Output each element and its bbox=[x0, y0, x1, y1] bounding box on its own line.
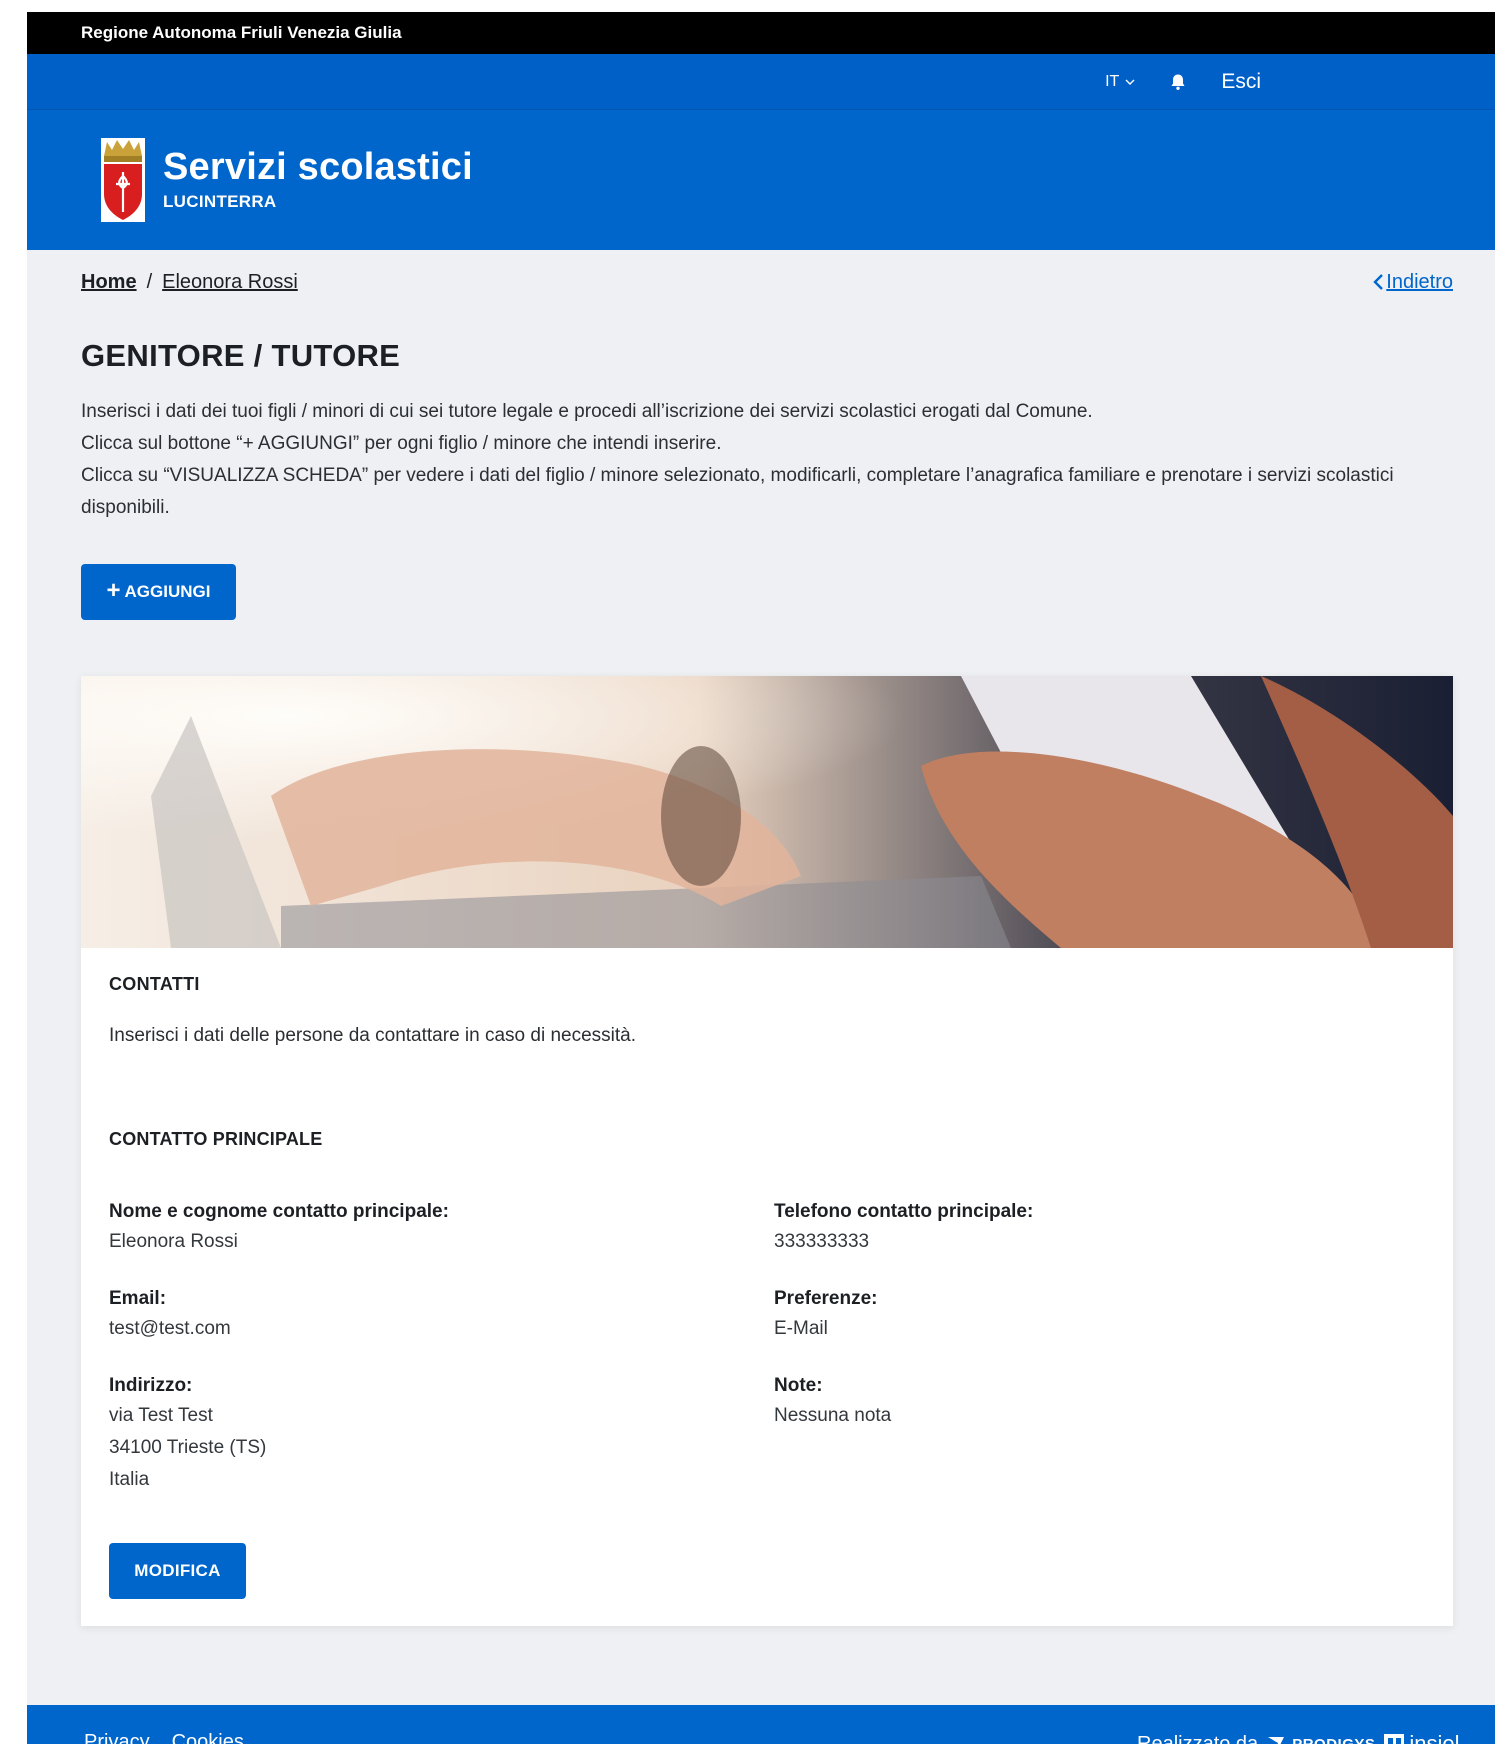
card-title: CONTATTI bbox=[109, 974, 200, 994]
field-name: Nome e cognome contatto principale: Eleo… bbox=[109, 1198, 774, 1258]
field-value: 34100 Trieste (TS) bbox=[109, 1437, 267, 1458]
field-value: Nessuna nota bbox=[774, 1405, 892, 1426]
section-title: CONTATTO PRINCIPALE bbox=[109, 1129, 323, 1149]
field-phone: Telefono contatto principale: 333333333 bbox=[774, 1198, 1424, 1258]
prodigys-name: PRODIGYS bbox=[1292, 1735, 1376, 1744]
plus-icon: + bbox=[106, 577, 121, 604]
insiel-logo: insiel bbox=[1383, 1731, 1460, 1744]
field-label: Preferenze: bbox=[774, 1288, 878, 1309]
region-bar: Regione Autonoma Friuli Venezia Giulia bbox=[27, 12, 1495, 54]
field-label: Indirizzo: bbox=[109, 1375, 193, 1396]
add-button[interactable]: + AGGIUNGI bbox=[81, 564, 236, 620]
field-label: Email: bbox=[109, 1288, 167, 1309]
prodigys-logo: PRODIGYS bbox=[1266, 1734, 1375, 1744]
main-content: GENITORE / TUTORE Inserisci i dati dei t… bbox=[27, 338, 1453, 1626]
field-value: test@test.com bbox=[109, 1318, 231, 1339]
intro-line: Clicca sul bottone “+ AGGIUNGI” per ogni… bbox=[81, 433, 722, 454]
site-title: Servizi scolastici bbox=[163, 146, 473, 188]
site-subtitle: LUCINTERRA bbox=[163, 192, 277, 211]
prodigys-icon bbox=[1268, 1737, 1285, 1744]
breadcrumb-separator: / bbox=[146, 270, 153, 293]
field-preferences: Preferenze: E-Mail bbox=[774, 1285, 1424, 1345]
page: Regione Autonoma Friuli Venezia Giulia I… bbox=[27, 12, 1495, 1744]
intro-line: Inserisci i dati dei tuoi figli / minori… bbox=[81, 401, 1093, 422]
city-crest-logo bbox=[101, 138, 145, 222]
add-button-label: AGGIUNGI bbox=[124, 582, 211, 601]
breadcrumb: Home / Eleonora Rossi Indietro bbox=[27, 250, 1453, 300]
logout-link[interactable]: Esci bbox=[1221, 70, 1261, 94]
field-email: Email: test@test.com bbox=[109, 1285, 774, 1345]
insiel-icon bbox=[1384, 1734, 1405, 1744]
field-label: Note: bbox=[774, 1375, 823, 1396]
language-label: IT bbox=[1105, 72, 1120, 90]
back-label: Indietro bbox=[1386, 270, 1453, 293]
region-name: Regione Autonoma Friuli Venezia Giulia bbox=[81, 23, 402, 42]
breadcrumb-current[interactable]: Eleonora Rossi bbox=[162, 271, 298, 293]
made-by-label: Realizzato da bbox=[1137, 1732, 1259, 1744]
back-link[interactable]: Indietro bbox=[1372, 271, 1453, 294]
field-notes: Note: Nessuna nota bbox=[774, 1372, 1424, 1496]
card-description: Inserisci i dati delle persone da contat… bbox=[109, 1025, 637, 1046]
insiel-name: insiel bbox=[1409, 1731, 1460, 1744]
intro-text: Inserisci i dati dei tuoi figli / minori… bbox=[81, 396, 1453, 524]
site-footer: Privacy Cookies Realizzato da PRODIGYS i… bbox=[27, 1705, 1495, 1744]
card-banner-image bbox=[81, 676, 1453, 948]
site-header: Servizi scolastici LUCINTERRA bbox=[27, 110, 1495, 250]
breadcrumb-home[interactable]: Home bbox=[81, 271, 137, 293]
chevron-left-icon bbox=[1373, 274, 1384, 290]
field-value: E-Mail bbox=[774, 1318, 828, 1339]
chevron-down-icon bbox=[1125, 79, 1135, 85]
field-value: Italia bbox=[109, 1469, 150, 1490]
language-selector[interactable]: IT bbox=[1105, 73, 1135, 91]
utility-bar: IT Esci bbox=[27, 54, 1495, 110]
field-address: Indirizzo: via Test Test 34100 Trieste (… bbox=[109, 1372, 774, 1496]
privacy-link[interactable]: Privacy bbox=[84, 1731, 150, 1744]
contact-fields: Nome e cognome contatto principale: Eleo… bbox=[109, 1198, 1425, 1523]
field-value: via Test Test bbox=[109, 1405, 213, 1426]
edit-button[interactable]: MODIFICA bbox=[109, 1543, 246, 1599]
field-value: 333333333 bbox=[774, 1231, 870, 1252]
cookies-link[interactable]: Cookies bbox=[172, 1731, 244, 1744]
field-label: Telefono contatto principale: bbox=[774, 1201, 1034, 1222]
field-value: Eleonora Rossi bbox=[109, 1231, 238, 1252]
intro-line: Clicca su “VISUALIZZA SCHEDA” per vedere… bbox=[81, 465, 1394, 518]
bell-icon[interactable] bbox=[1169, 73, 1187, 91]
page-title: GENITORE / TUTORE bbox=[81, 338, 401, 373]
field-label: Nome e cognome contatto principale: bbox=[109, 1201, 449, 1222]
contacts-card: CONTATTI Inserisci i dati delle persone … bbox=[81, 676, 1453, 1626]
